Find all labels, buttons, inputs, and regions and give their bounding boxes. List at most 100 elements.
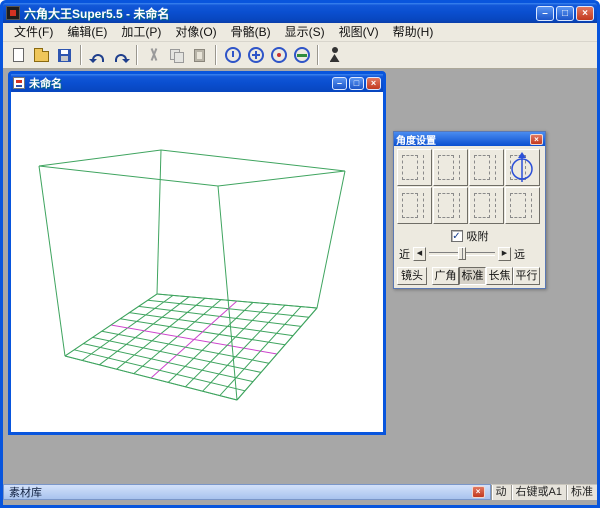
- open-file-button[interactable]: [30, 44, 53, 66]
- zoom-view-button[interactable]: [244, 44, 267, 66]
- redo-button[interactable]: [109, 44, 132, 66]
- angle-settings-palette: 角度设置 ×: [393, 131, 546, 289]
- material-library-bar[interactable]: 素材库 ×: [3, 484, 491, 500]
- lens-wide-button[interactable]: 广角: [432, 267, 459, 285]
- angle-thumb-line: [423, 155, 424, 180]
- far-label: 远: [514, 246, 525, 262]
- save-button[interactable]: [53, 44, 76, 66]
- snap-checkbox[interactable]: [451, 230, 463, 242]
- document-maximize-button[interactable]: □: [349, 77, 364, 90]
- document-window: 未命名 – □ ×: [8, 71, 386, 435]
- angle-thumb-line: [531, 193, 532, 218]
- document-minimize-button[interactable]: –: [332, 77, 347, 90]
- angle-thumb-line: [495, 155, 496, 180]
- menu-edit[interactable]: 编辑(E): [60, 23, 114, 41]
- view-angle-cell[interactable]: [397, 149, 432, 186]
- angle-thumb-icon: [510, 193, 526, 218]
- wireframe-cube: [11, 92, 383, 432]
- rotate-view-button[interactable]: [221, 44, 244, 66]
- palette-body: 吸附 近 ◀ ▶ 远 镜头 广角 标准 长焦 平行: [394, 146, 545, 288]
- slider-left-arrow[interactable]: ◀: [413, 247, 426, 261]
- menu-bone[interactable]: 骨骼(B): [224, 23, 278, 41]
- mdi-client-area: 未命名 – □ × 角度设置 ×: [3, 69, 597, 484]
- near-label: 近: [399, 246, 410, 262]
- slider-right-arrow[interactable]: ▶: [498, 247, 511, 261]
- angle-thumb-line: [423, 193, 424, 218]
- angle-dial-icon: [506, 150, 539, 185]
- title-bar[interactable]: 六角大王Super5.5 - 未命名 – □ ×: [3, 3, 597, 23]
- snap-row: 吸附: [397, 228, 542, 243]
- lens-tele-button[interactable]: 长焦: [486, 267, 513, 285]
- view-angle-cell-active[interactable]: [505, 149, 540, 186]
- view-angle-cell[interactable]: [433, 187, 468, 224]
- angle-thumb-icon: [402, 193, 418, 218]
- status-cell-mode: 动: [491, 485, 511, 500]
- copy-icon: [170, 49, 183, 62]
- menu-help[interactable]: 帮助(H): [386, 23, 441, 41]
- material-library-title: 素材库: [9, 484, 42, 500]
- document-close-button[interactable]: ×: [366, 77, 381, 90]
- angle-thumb-icon: [474, 155, 490, 180]
- lens-standard-button[interactable]: 标准: [459, 267, 486, 285]
- material-library-close-button[interactable]: ×: [472, 486, 485, 498]
- menu-process[interactable]: 加工(P): [114, 23, 168, 41]
- view-angle-cell[interactable]: [505, 187, 540, 224]
- model-viewport[interactable]: [11, 92, 383, 432]
- palette-title-bar[interactable]: 角度设置 ×: [394, 132, 545, 146]
- undo-icon: [92, 54, 104, 62]
- angle-thumb-line: [495, 193, 496, 218]
- status-cell-standard: 标准: [566, 485, 597, 500]
- status-bar: 动 右键或A1 标准: [491, 484, 597, 500]
- close-button[interactable]: ×: [576, 6, 594, 21]
- figure-icon: [328, 47, 342, 63]
- document-title-bar[interactable]: 未命名 – □ ×: [11, 74, 383, 92]
- minimize-button[interactable]: –: [536, 6, 554, 21]
- figure-help-button[interactable]: [323, 44, 346, 66]
- new-file-button[interactable]: [7, 44, 30, 66]
- menu-display[interactable]: 显示(S): [278, 23, 332, 41]
- menu-file[interactable]: 文件(F): [7, 23, 60, 41]
- new-file-icon: [13, 48, 24, 62]
- window-title: 六角大王Super5.5 - 未命名: [24, 5, 169, 22]
- angle-thumb-icon: [438, 193, 454, 218]
- camera-view-icon: [294, 47, 310, 63]
- view-angle-grid: [397, 149, 542, 224]
- distance-slider-row: 近 ◀ ▶ 远: [397, 245, 542, 262]
- angle-thumb-icon: [402, 155, 418, 180]
- lens-row: 镜头 广角 标准 长焦 平行: [397, 266, 542, 285]
- document-title: 未命名: [29, 75, 62, 91]
- pan-view-icon: [271, 47, 287, 63]
- view-angle-cell[interactable]: [397, 187, 432, 224]
- redo-icon: [115, 54, 127, 62]
- zoom-view-icon: [248, 47, 264, 63]
- open-folder-icon: [34, 51, 49, 62]
- application-window: 六角大王Super5.5 - 未命名 – □ × 文件(F) 编辑(E) 加工(…: [0, 0, 600, 508]
- distance-slider-thumb[interactable]: [458, 247, 466, 260]
- lens-button[interactable]: 镜头: [397, 267, 427, 285]
- angle-thumb-line: [459, 155, 460, 180]
- toolbar-separator: [80, 45, 82, 65]
- copy-button[interactable]: [165, 44, 188, 66]
- angle-thumb-icon: [438, 155, 454, 180]
- toolbar-separator: [317, 45, 319, 65]
- view-angle-cell[interactable]: [469, 149, 504, 186]
- paste-button[interactable]: [188, 44, 211, 66]
- cut-button[interactable]: [142, 44, 165, 66]
- maximize-button[interactable]: □: [556, 6, 574, 21]
- view-angle-cell[interactable]: [469, 187, 504, 224]
- distance-slider-track[interactable]: [429, 246, 495, 261]
- toolbar: [3, 42, 597, 69]
- undo-button[interactable]: [86, 44, 109, 66]
- menu-view[interactable]: 视图(V): [332, 23, 386, 41]
- palette-title: 角度设置: [396, 132, 436, 147]
- pan-view-button[interactable]: [267, 44, 290, 66]
- view-angle-cell[interactable]: [433, 149, 468, 186]
- palette-close-button[interactable]: ×: [530, 134, 543, 145]
- rotate-view-icon: [225, 47, 241, 63]
- camera-view-button[interactable]: [290, 44, 313, 66]
- app-icon: [6, 6, 20, 20]
- angle-thumb-icon: [474, 193, 490, 218]
- toolbar-separator: [215, 45, 217, 65]
- lens-parallel-button[interactable]: 平行: [513, 267, 540, 285]
- menu-object[interactable]: 对像(O): [168, 23, 223, 41]
